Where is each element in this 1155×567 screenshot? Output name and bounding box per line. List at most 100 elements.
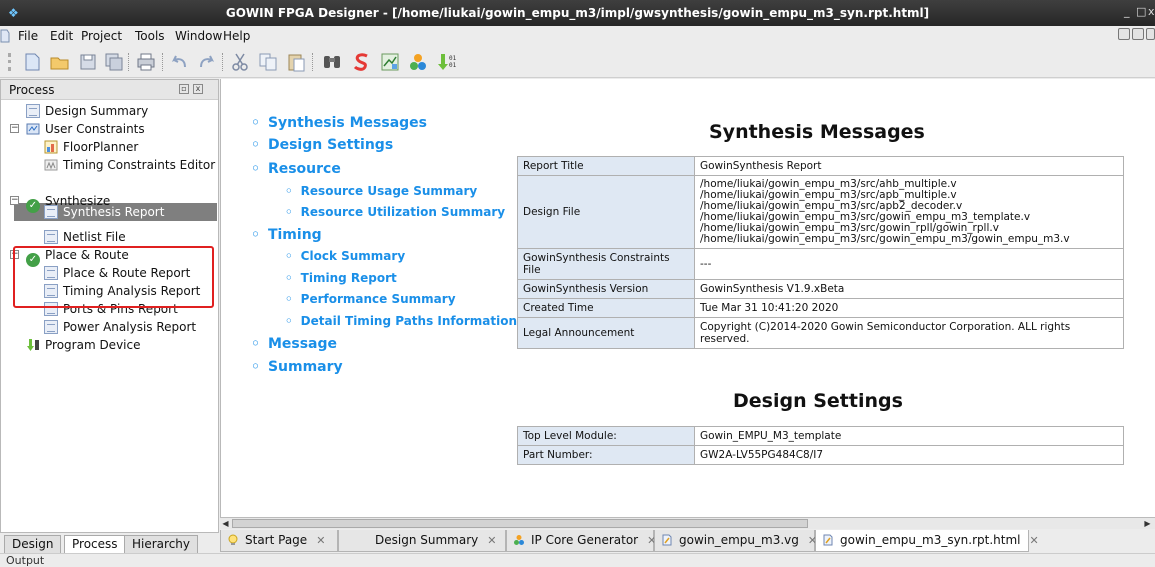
bullet-icon: ◦ bbox=[285, 249, 293, 263]
synthesize-icon[interactable] bbox=[352, 52, 372, 72]
menu-help[interactable]: Help bbox=[223, 29, 250, 43]
find-icon[interactable] bbox=[322, 52, 342, 72]
table-row: Created Time Tue Mar 31 10:41:20 2020 bbox=[517, 298, 1124, 318]
row-value: GowinSynthesis Report bbox=[694, 156, 1124, 176]
floorplanner-icon bbox=[44, 140, 58, 154]
tab-gowin-empu-m3-vg[interactable]: gowin_empu_m3.vg ✕ bbox=[654, 530, 817, 552]
document-icon bbox=[44, 230, 58, 244]
scrollbar-thumb[interactable] bbox=[232, 519, 808, 528]
toc-link-synthesis-messages[interactable]: ◦ Synthesis Messages bbox=[251, 115, 427, 131]
table-row: Top Level Module: Gowin_EMPU_M3_template bbox=[517, 426, 1124, 446]
ip-core-icon[interactable] bbox=[408, 52, 428, 72]
new-file-icon[interactable] bbox=[22, 52, 42, 72]
timing-editor-icon bbox=[44, 159, 58, 171]
close-window-button[interactable]: x bbox=[1148, 5, 1155, 18]
scroll-right-icon[interactable]: ▶ bbox=[1142, 518, 1153, 529]
minimize-button[interactable]: _ bbox=[1124, 5, 1130, 18]
window-title: GOWIN FPGA Designer - [/home/liukai/gowi… bbox=[225, 6, 930, 20]
row-key: Created Time bbox=[517, 298, 695, 318]
toc-link-clock-summary[interactable]: ◦ Clock Summary bbox=[285, 249, 405, 263]
toc-link-summary[interactable]: ◦ Summary bbox=[251, 359, 343, 375]
row-key: Part Number: bbox=[517, 445, 695, 465]
constraints-icon bbox=[26, 123, 40, 135]
tree-item-user-constraints[interactable]: User Constraints bbox=[26, 120, 145, 138]
process-panel-header: Process ▫ x bbox=[1, 80, 218, 100]
save-icon[interactable] bbox=[78, 52, 98, 72]
bullet-icon: ◦ bbox=[251, 161, 260, 177]
row-value: Tue Mar 31 10:41:20 2020 bbox=[694, 298, 1124, 318]
bullet-icon: ◦ bbox=[285, 205, 293, 219]
menu-window[interactable]: Window bbox=[175, 29, 222, 43]
redo-icon[interactable] bbox=[196, 52, 216, 72]
process-panel-title: Process bbox=[9, 83, 55, 97]
tree-item-program-device[interactable]: Program Device bbox=[26, 336, 140, 354]
check-icon: ✓ bbox=[26, 199, 40, 213]
float-icon[interactable] bbox=[1132, 28, 1144, 40]
cut-icon[interactable] bbox=[230, 52, 250, 72]
tab-start-page[interactable]: Start Page ✕ bbox=[220, 530, 338, 552]
design-settings-heading: Design Settings bbox=[733, 390, 903, 412]
close-tab-icon[interactable]: ✕ bbox=[1030, 534, 1039, 547]
tab-hierarchy[interactable]: Hierarchy bbox=[124, 535, 199, 553]
horizontal-scrollbar[interactable]: ◀ ▶ bbox=[220, 517, 1155, 529]
tab-gowin-empu-m3-syn-rpt-html[interactable]: gowin_empu_m3_syn.rpt.html ✕ bbox=[815, 530, 1039, 552]
menu-edit[interactable]: Edit bbox=[50, 29, 73, 43]
tab-design-summary[interactable]: Design Summary ✕ bbox=[338, 530, 506, 552]
menu-tools[interactable]: Tools bbox=[135, 29, 165, 43]
bulb-icon bbox=[228, 534, 238, 545]
toc-link-resource-usage-summary[interactable]: ◦ Resource Usage Summary bbox=[285, 184, 477, 198]
toolbar: 01 01 bbox=[0, 46, 1155, 78]
tree-item-synthesis-report[interactable]: Synthesis Report bbox=[44, 203, 164, 221]
toc-link-message[interactable]: ◦ Message bbox=[251, 336, 337, 352]
close-panel-icon[interactable]: x bbox=[193, 84, 203, 94]
bullet-icon: ◦ bbox=[251, 137, 260, 153]
bullet-icon: ◦ bbox=[285, 314, 293, 328]
toc-link-detail-timing-paths[interactable]: ◦ Detail Timing Paths Informations bbox=[285, 314, 524, 328]
close-tab-icon[interactable]: ✕ bbox=[487, 534, 496, 547]
tree-item-design-summary[interactable]: Design Summary bbox=[26, 102, 148, 120]
maximize-button[interactable]: □ bbox=[1136, 5, 1146, 18]
collapse-icon[interactable]: − bbox=[10, 196, 19, 205]
restore-icon[interactable] bbox=[1118, 28, 1130, 40]
output-label: Output bbox=[6, 554, 45, 567]
synthesis-messages-table: Report Title GowinSynthesis Report Design… bbox=[517, 156, 1124, 349]
tab-process[interactable]: Process bbox=[64, 535, 126, 553]
table-row: GowinSynthesis Version GowinSynthesis V1.… bbox=[517, 279, 1124, 299]
toc-link-timing-report[interactable]: ◦ Timing Report bbox=[285, 271, 397, 285]
toc-link-resource-utilization-summary[interactable]: ◦ Resource Utilization Summary bbox=[285, 205, 505, 219]
toc-link-resource[interactable]: ◦ Resource bbox=[251, 161, 341, 177]
close-doc-icon[interactable] bbox=[1146, 28, 1155, 40]
paste-icon[interactable] bbox=[286, 52, 306, 72]
undo-icon[interactable] bbox=[170, 52, 190, 72]
design-settings-table: Top Level Module: Gowin_EMPU_M3_template … bbox=[517, 426, 1124, 465]
bullet-icon: ◦ bbox=[251, 336, 260, 352]
tab-ip-core-generator[interactable]: IP Core Generator ✕ bbox=[506, 530, 656, 552]
float-panel-icon[interactable]: ▫ bbox=[179, 84, 189, 94]
copy-icon[interactable] bbox=[258, 52, 278, 72]
program-device-icon[interactable]: 0101 bbox=[436, 52, 456, 72]
tree-item-timing-constraints-editor[interactable]: Timing Constraints Editor bbox=[44, 156, 215, 174]
bullet-icon: ◦ bbox=[285, 271, 293, 285]
row-value: GowinSynthesis V1.9.xBeta bbox=[694, 279, 1124, 299]
menu-project[interactable]: Project bbox=[81, 29, 122, 43]
toc-link-performance-summary[interactable]: ◦ Performance Summary bbox=[285, 292, 456, 306]
tab-design[interactable]: Design bbox=[4, 535, 62, 553]
toc-link-timing[interactable]: ◦ Timing bbox=[251, 227, 322, 243]
table-row: Report Title GowinSynthesis Report bbox=[517, 156, 1124, 176]
collapse-icon[interactable]: − bbox=[10, 124, 19, 133]
annotation-highlight-box bbox=[13, 246, 214, 308]
open-folder-icon[interactable] bbox=[50, 52, 70, 72]
table-row: Design File /home/liukai/gowin_empu_m3/s… bbox=[517, 175, 1124, 249]
tree-item-power-analysis-report[interactable]: Power Analysis Report bbox=[44, 318, 196, 336]
row-value: --- bbox=[694, 248, 1124, 280]
toc-link-design-settings[interactable]: ◦ Design Settings bbox=[251, 137, 393, 153]
place-route-icon[interactable] bbox=[380, 52, 400, 72]
print-icon[interactable] bbox=[136, 52, 156, 72]
svg-text:01: 01 bbox=[449, 55, 456, 62]
menu-file[interactable]: File bbox=[18, 29, 38, 43]
close-tab-icon[interactable]: ✕ bbox=[316, 534, 325, 547]
tree-item-floorplanner[interactable]: FloorPlanner bbox=[44, 138, 138, 156]
tree-item-netlist-file[interactable]: Netlist File bbox=[44, 228, 126, 246]
save-all-icon[interactable] bbox=[104, 52, 124, 72]
scroll-left-icon[interactable]: ◀ bbox=[220, 518, 231, 529]
